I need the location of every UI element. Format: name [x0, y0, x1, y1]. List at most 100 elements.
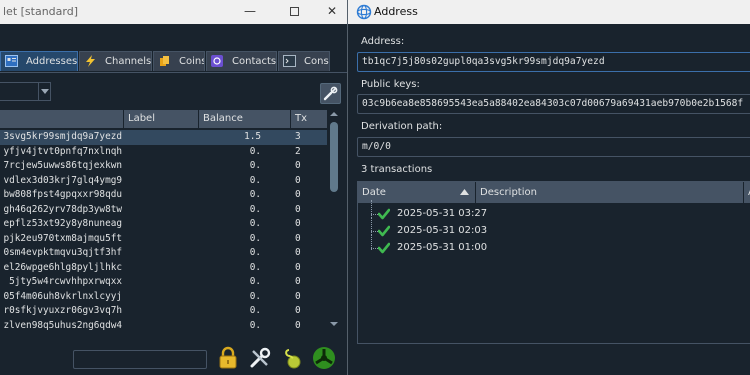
- tab-coins[interactable]: Coins: [153, 51, 205, 71]
- tx-count-cell: 0: [295, 276, 301, 287]
- tab-console[interactable]: Cons: [278, 51, 330, 71]
- transaction-table: Date Description A 2025-05-31 03:27 2025-…: [357, 181, 750, 344]
- derivation-path-label: Derivation path:: [361, 121, 443, 132]
- tx-count-cell: 0: [295, 261, 301, 273]
- table-row[interactable]: yfjv4jtvt0pnfq7nxlnqh 0. 2: [0, 145, 327, 160]
- tab-channels[interactable]: Channels: [79, 51, 152, 71]
- balance-cell: 0.: [249, 305, 261, 316]
- minimize-button[interactable]: —: [232, 0, 268, 24]
- scroll-up-icon[interactable]: [330, 110, 338, 118]
- transaction-row[interactable]: 2025-05-31 01:00: [358, 234, 750, 256]
- transaction-date: 2025-05-31 01:00: [397, 242, 488, 253]
- close-button[interactable]: ✕: [314, 0, 350, 24]
- chevron-down-icon[interactable]: [38, 83, 50, 100]
- tx-count-cell: 0: [295, 232, 301, 244]
- address-cell: zlven98q5uhus2ng6qdw4: [3, 319, 122, 331]
- column-date[interactable]: Date: [358, 182, 476, 203]
- column-balance[interactable]: Balance: [199, 110, 291, 128]
- lock-icon[interactable]: [216, 346, 240, 370]
- table-row[interactable]: 5jty5w4rcwvhhpxrwqxx 0. 0: [0, 275, 327, 290]
- tx-count-cell: 0: [295, 203, 301, 215]
- balance-cell: 0.: [249, 145, 261, 157]
- address-cell: 3svg5kr99smjdq9a7yezd: [3, 131, 122, 142]
- tx-count-cell: 0: [295, 247, 301, 258]
- preferences-icon[interactable]: [248, 346, 272, 370]
- filter-combo[interactable]: [0, 82, 51, 101]
- tx-count-cell: 0: [295, 160, 301, 171]
- table-row[interactable]: vdlex3d03krj7glq4ymg9 0. 0: [0, 174, 327, 189]
- tab-label: Addresses: [26, 56, 78, 67]
- transaction-date: 2025-05-31 02:03: [397, 225, 488, 236]
- tab-contacts[interactable]: Contacts: [206, 51, 277, 71]
- tab-label: Coins: [179, 56, 205, 67]
- column-address[interactable]: [0, 110, 124, 128]
- derivation-path-field[interactable]: m/0/0: [357, 137, 750, 157]
- address-cell: el26wpge6hlg8pyljlhkc: [3, 261, 122, 273]
- balance-cell: 0.: [249, 203, 261, 215]
- balance-cell: 0.: [249, 189, 261, 200]
- transaction-row[interactable]: 2025-05-31 03:27: [358, 200, 750, 222]
- table-row[interactable]: bw808fpst4gpqxxr98qdu 0. 0: [0, 188, 327, 203]
- seed-icon[interactable]: [281, 346, 305, 370]
- address-rows: 3svg5kr99smjdq9a7yezd 1.5 3 yfjv4jtvt0pnfq7…: [0, 130, 327, 333]
- public-keys-label: Public keys:: [361, 79, 420, 90]
- tab-addresses[interactable]: Addresses: [0, 51, 78, 71]
- balance-cell: 0.: [249, 247, 261, 258]
- address-cell: 05f4m06uh8vkrlnxlcyyj: [3, 290, 122, 302]
- table-row[interactable]: 0sm4evpktmqvu3qjtf3hf 0. 0: [0, 246, 327, 261]
- status-field[interactable]: [73, 350, 207, 369]
- address-cell: 7rcjew5uwws86tqjexkwn: [3, 160, 122, 171]
- balance-cell: 0.: [249, 276, 261, 287]
- tx-count-cell: 2: [295, 145, 301, 157]
- maximize-button[interactable]: [276, 0, 312, 24]
- vertical-scrollbar[interactable]: [329, 108, 339, 330]
- table-row[interactable]: epflz53xt92y8y8nuneag 0. 0: [0, 217, 327, 232]
- main-window: let [standard] — ✕ Addresses Channels Co…: [0, 0, 347, 375]
- confirmed-check-icon: [378, 225, 390, 237]
- column-amount[interactable]: A: [744, 182, 750, 203]
- address-cell: vdlex3d03krj7glq4ymg9: [3, 174, 122, 186]
- column-description[interactable]: Description: [476, 182, 744, 203]
- scroll-down-icon[interactable]: [330, 320, 338, 328]
- tx-count-cell: 3: [295, 131, 301, 142]
- balance-cell: 0.: [249, 160, 261, 171]
- table-row[interactable]: zlven98q5uhus2ng6qdw4 0. 0: [0, 319, 327, 334]
- balance-cell: 0.: [249, 218, 261, 229]
- tree-branch: [371, 214, 378, 215]
- console-icon: [283, 55, 296, 67]
- public-keys-field[interactable]: 03c9b6ea8e858695543ea5a88402ea84303c07d0…: [357, 94, 750, 114]
- confirmed-check-icon: [378, 242, 390, 254]
- table-header: Date Description A: [358, 182, 750, 203]
- address-cell: epflz53xt92y8y8nuneag: [3, 218, 122, 229]
- dialog-title: Address: [374, 5, 418, 18]
- table-row[interactable]: gh46q262yrv78dp3yw8tw 0. 0: [0, 203, 327, 218]
- network-icon[interactable]: [312, 346, 336, 370]
- tx-count-cell: 0: [295, 174, 301, 186]
- tree-branch: [371, 231, 378, 232]
- table-row[interactable]: 3svg5kr99smjdq9a7yezd 1.5 3: [0, 130, 327, 145]
- address-cell: pjk2eu970txm8ajmqu5ft: [3, 232, 122, 244]
- column-label[interactable]: Label: [124, 110, 199, 128]
- table-row[interactable]: pjk2eu970txm8ajmqu5ft 0. 0: [0, 232, 327, 247]
- scroll-thumb[interactable]: [330, 122, 338, 192]
- table-row[interactable]: 05f4m06uh8vkrlnxlcyyj 0. 0: [0, 290, 327, 305]
- tab-label: Contacts: [232, 56, 277, 67]
- address-dialog: Address Address: tb1qc7j5j80s02gupl0qa3s…: [347, 0, 750, 375]
- transaction-row[interactable]: 2025-05-31 02:03: [358, 217, 750, 239]
- tx-count-cell: 0: [295, 218, 301, 229]
- tx-count-cell: 0: [295, 319, 301, 331]
- address-cell: yfjv4jtvt0pnfq7nxlnqh: [3, 145, 122, 157]
- tx-count-cell: 0: [295, 305, 301, 316]
- column-tx[interactable]: Tx: [291, 110, 327, 128]
- address-field[interactable]: tb1qc7j5j80s02gupl0qa3svg5kr99smjdq9a7ye…: [357, 52, 750, 72]
- table-row[interactable]: el26wpge6hlg8pyljlhkc 0. 0: [0, 261, 327, 276]
- tools-button[interactable]: [320, 83, 341, 104]
- tab-label: Channels: [105, 56, 152, 67]
- address-label: Address:: [361, 36, 405, 47]
- dialog-titlebar[interactable]: Address: [348, 0, 750, 24]
- table-row[interactable]: r0sfkjvyuxzr06gv3vq7h 0. 0: [0, 304, 327, 319]
- main-titlebar[interactable]: let [standard] — ✕: [0, 0, 347, 24]
- table-row[interactable]: 7rcjew5uwws86tqjexkwn 0. 0: [0, 159, 327, 174]
- sort-ascending-icon: [460, 189, 469, 195]
- balance-cell: 0.: [249, 232, 261, 244]
